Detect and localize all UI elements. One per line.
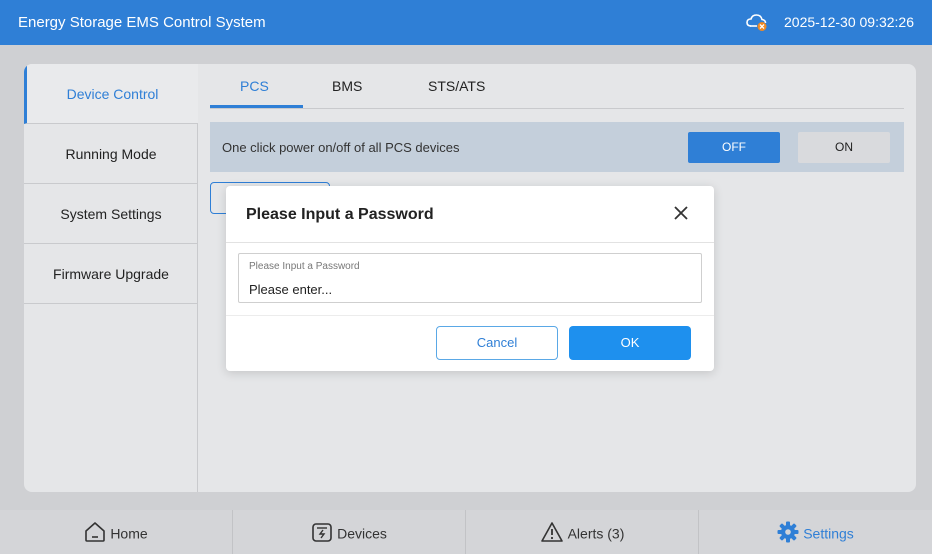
tab-pcs[interactable]: PCS [240, 78, 269, 94]
sidebar-item-firmware-upgrade[interactable]: Firmware Upgrade [24, 244, 198, 304]
power-on-button[interactable]: ON [798, 132, 890, 163]
devices-icon [312, 523, 332, 543]
gear-icon [777, 521, 799, 543]
power-control-row: One click power on/off of all PCS device… [210, 122, 904, 172]
sidebar-item-label: Running Mode [65, 146, 157, 162]
power-off-button[interactable]: OFF [688, 132, 780, 163]
close-icon[interactable] [671, 203, 691, 223]
nav-settings-label: Settings [803, 525, 854, 542]
password-dialog: Please Input a Password Please Input a P… [226, 186, 714, 371]
sidebar-item-system-settings[interactable]: System Settings [24, 184, 198, 244]
nav-devices-label: Devices [337, 525, 387, 542]
tab-sts-ats[interactable]: STS/ATS [428, 78, 485, 94]
sidebar-item-running-mode[interactable]: Running Mode [24, 124, 198, 184]
cancel-button[interactable]: Cancel [436, 326, 558, 360]
sidebar: Device Control Running Mode System Setti… [24, 64, 198, 492]
ok-button[interactable]: OK [569, 326, 691, 360]
sidebar-item-label: Firmware Upgrade [53, 266, 169, 282]
tab-bms[interactable]: BMS [332, 78, 362, 94]
cloud-disconnected-icon [746, 14, 767, 31]
sidebar-item-label: System Settings [60, 206, 162, 222]
nav-home-label: Home [110, 525, 148, 542]
dialog-title: Please Input a Password [246, 206, 434, 223]
nav-alerts[interactable]: Alerts (3) [466, 510, 699, 554]
dialog-footer-divider [226, 315, 714, 316]
password-input[interactable] [249, 280, 689, 298]
tab-active-indicator [210, 105, 303, 108]
nav-settings[interactable]: Settings [699, 510, 932, 554]
sidebar-item-device-control[interactable]: Device Control [24, 64, 198, 124]
home-icon [85, 522, 106, 543]
power-control-label: One click power on/off of all PCS device… [222, 140, 460, 155]
alert-icon [540, 522, 563, 543]
datetime-display: 2025-12-30 09:32:26 [784, 14, 914, 30]
dialog-divider [226, 242, 714, 243]
nav-home[interactable]: Home [0, 510, 233, 554]
password-field-label: Please Input a Password [249, 261, 360, 272]
password-field[interactable]: Please Input a Password [238, 253, 702, 303]
tab-bar: PCS BMS STS/ATS [210, 64, 904, 109]
nav-devices[interactable]: Devices [233, 510, 466, 554]
sidebar-item-label: Device Control [66, 86, 159, 102]
app-title: Energy Storage EMS Control System [18, 14, 266, 31]
app-header: Energy Storage EMS Control System 2025-1… [0, 0, 932, 45]
bottom-nav: Home Devices Alerts (3) Settings [0, 510, 932, 554]
nav-alerts-label: Alerts (3) [567, 525, 625, 542]
